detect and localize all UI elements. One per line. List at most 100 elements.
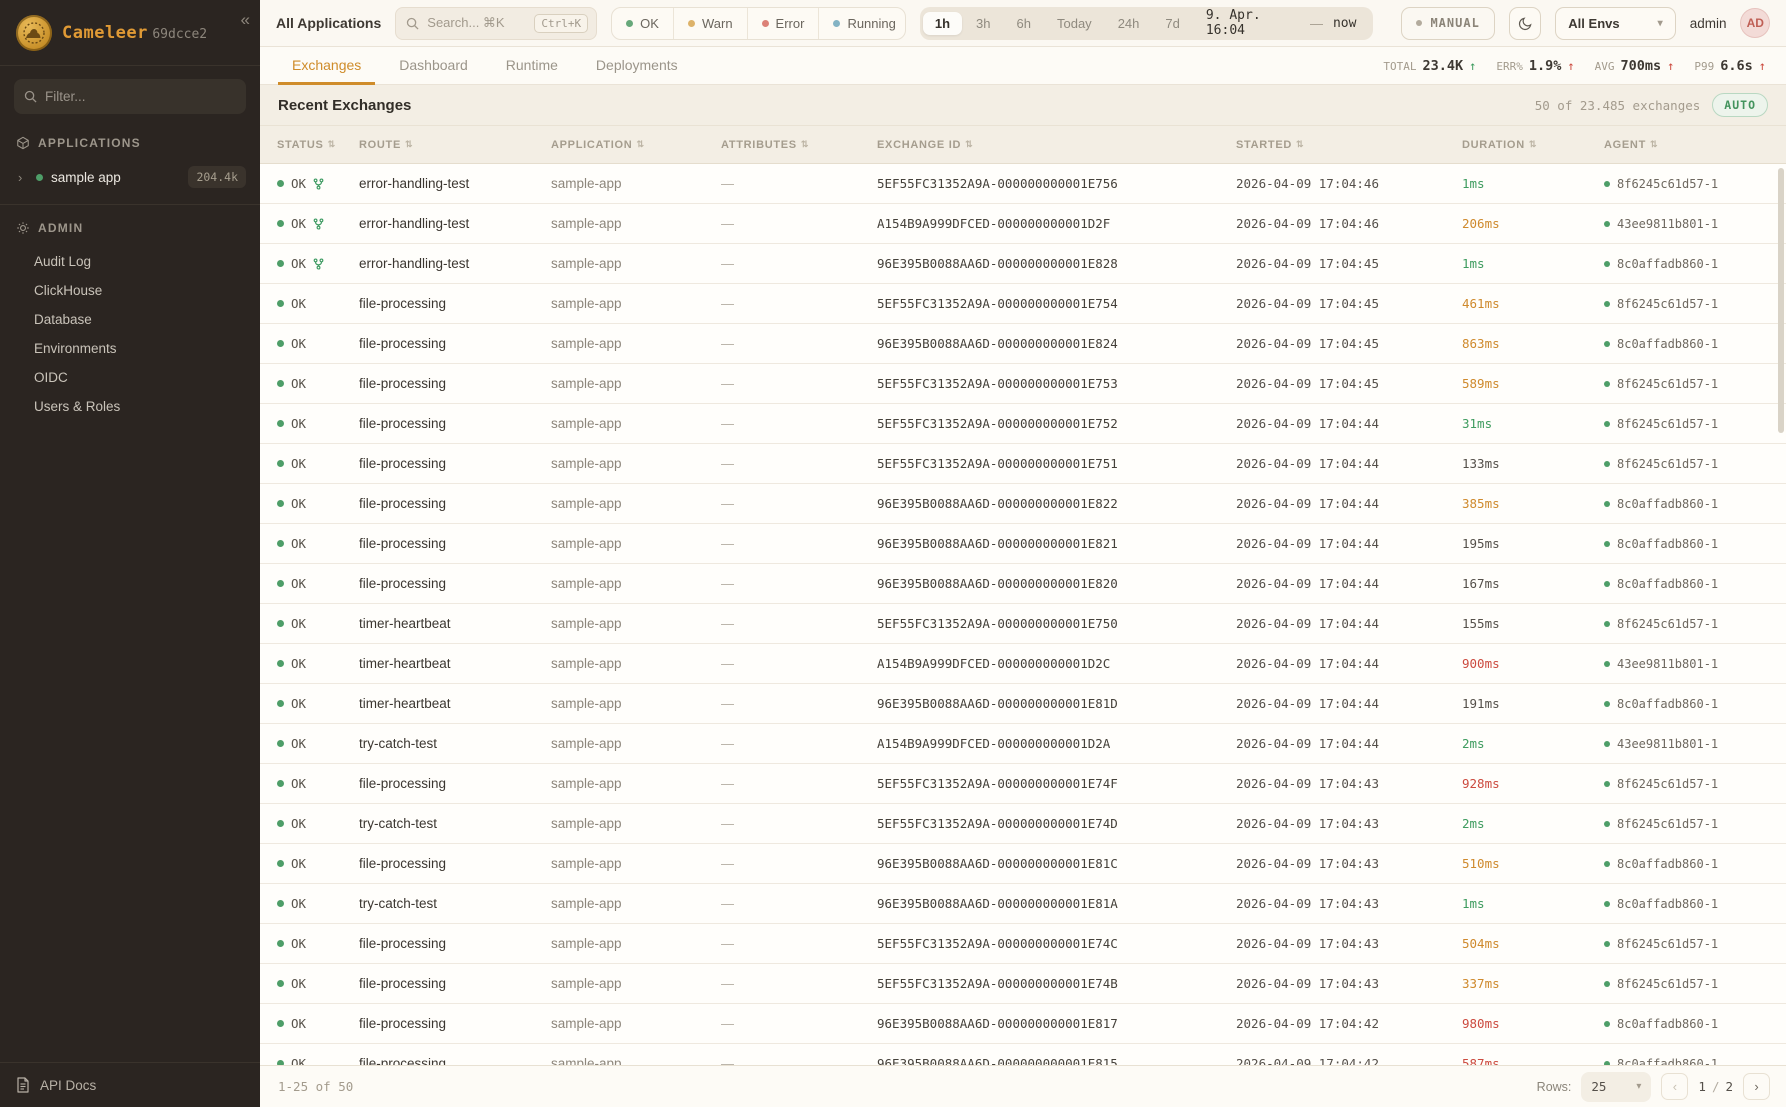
table-row[interactable]: OK try-catch-test sample-app — A154B9A99… — [260, 724, 1786, 764]
time-range-display[interactable]: 9. Apr. 16:04 — now — [1194, 8, 1371, 38]
agent-status-dot — [1604, 981, 1610, 987]
tab-runtime[interactable]: Runtime — [492, 47, 572, 85]
table-row[interactable]: OK timer-heartbeat sample-app — 5EF55FC3… — [260, 604, 1786, 644]
tab-dashboard[interactable]: Dashboard — [385, 47, 482, 85]
range-3h[interactable]: 3h — [964, 12, 1002, 35]
row-status-dot — [277, 340, 284, 347]
table-row[interactable]: OK error-handling-test sample-app — 5EF5… — [260, 164, 1786, 204]
sidebar-item-sample-app[interactable]: › sample app 204.4k — [0, 158, 260, 196]
sidebar-item-database[interactable]: Database — [0, 305, 260, 334]
range-6h[interactable]: 6h — [1005, 12, 1043, 35]
next-page-button[interactable]: › — [1743, 1073, 1770, 1100]
row-agent: 8f6245c61d57-1 — [1617, 937, 1718, 951]
sort-icon: ⇅ — [1650, 139, 1658, 150]
row-attributes: — — [721, 496, 877, 511]
filter-running[interactable]: Running — [819, 8, 905, 39]
auto-refresh-badge[interactable]: AUTO — [1712, 93, 1768, 117]
row-duration: 2ms — [1462, 816, 1604, 831]
filter-ok[interactable]: OK — [612, 8, 674, 39]
table-row[interactable]: OK file-processing sample-app — 96E395B0… — [260, 844, 1786, 884]
sidebar-filter-input[interactable] — [45, 89, 236, 104]
table-row[interactable]: OK file-processing sample-app — 5EF55FC3… — [260, 444, 1786, 484]
table-row[interactable]: OK file-processing sample-app — 96E395B0… — [260, 1044, 1786, 1065]
sidebar-item-environments[interactable]: Environments — [0, 334, 260, 363]
row-status-label: OK — [291, 496, 306, 511]
column-header-status[interactable]: STATUS⇅ — [277, 139, 359, 151]
prev-page-button[interactable]: ‹ — [1661, 1073, 1688, 1100]
table-row[interactable]: OK file-processing sample-app — 5EF55FC3… — [260, 764, 1786, 804]
row-attributes: — — [721, 256, 877, 271]
row-exchange-id: 96E395B0088AA6D-000000000001E815 — [877, 1056, 1236, 1065]
filter-error[interactable]: Error — [748, 8, 820, 39]
sort-icon: ⇅ — [1529, 139, 1537, 150]
range-1h[interactable]: 1h — [923, 12, 962, 35]
rows-per-page-select[interactable]: 25 ▾ — [1581, 1072, 1651, 1102]
search-shortcut-badge: Ctrl+K — [534, 14, 588, 33]
row-route: file-processing — [359, 296, 551, 311]
sidebar-collapse-icon[interactable]: « — [241, 10, 250, 30]
scrollbar-thumb[interactable] — [1778, 168, 1784, 433]
table-row[interactable]: OK timer-heartbeat sample-app — 96E395B0… — [260, 684, 1786, 724]
row-status-label: OK — [291, 776, 306, 791]
chevron-right-icon[interactable]: › — [18, 170, 28, 185]
table-row[interactable]: OK file-processing sample-app — 96E395B0… — [260, 1004, 1786, 1044]
agent-status-dot — [1604, 1021, 1610, 1027]
column-header-duration[interactable]: DURATION⇅ — [1462, 139, 1604, 151]
warn-status-dot — [688, 20, 695, 27]
column-header-started[interactable]: STARTED⇅ — [1236, 139, 1462, 151]
tab-exchanges[interactable]: Exchanges — [278, 47, 375, 85]
table-row[interactable]: OK error-handling-test sample-app — 96E3… — [260, 244, 1786, 284]
column-header-agent[interactable]: AGENT⇅ — [1604, 139, 1786, 151]
environment-select[interactable]: All Envs ▾ — [1555, 7, 1675, 40]
range-today[interactable]: Today — [1045, 12, 1104, 35]
row-status-dot — [277, 1020, 284, 1027]
table-row[interactable]: OK file-processing sample-app — 96E395B0… — [260, 524, 1786, 564]
range-7d[interactable]: 7d — [1153, 12, 1191, 35]
row-duration: 1ms — [1462, 896, 1604, 911]
row-started: 2026-04-09 17:04:42 — [1236, 1016, 1462, 1031]
sidebar-item-users-roles[interactable]: Users & Roles — [0, 392, 260, 421]
sort-icon: ⇅ — [328, 139, 336, 150]
column-header-attributes[interactable]: ATTRIBUTES⇅ — [721, 139, 877, 151]
table-row[interactable]: OK file-processing sample-app — 5EF55FC3… — [260, 364, 1786, 404]
manual-refresh-button[interactable]: MANUAL — [1401, 7, 1494, 40]
global-search-input[interactable]: Search... ⌘K Ctrl+K — [395, 7, 597, 40]
sidebar-item-oidc[interactable]: OIDC — [0, 363, 260, 392]
column-header-application[interactable]: APPLICATION⇅ — [551, 139, 721, 151]
row-duration: 1ms — [1462, 256, 1604, 271]
sidebar-item-audit-log[interactable]: Audit Log — [0, 247, 260, 276]
column-header-route[interactable]: ROUTE⇅ — [359, 139, 551, 151]
row-agent: 8c0affadb860-1 — [1617, 337, 1718, 351]
table-row[interactable]: OK file-processing sample-app — 96E395B0… — [260, 484, 1786, 524]
api-docs-link[interactable]: API Docs — [0, 1062, 260, 1107]
manual-dot-icon — [1416, 20, 1422, 26]
range-24h[interactable]: 24h — [1106, 12, 1152, 35]
table-row[interactable]: OK timer-heartbeat sample-app — A154B9A9… — [260, 644, 1786, 684]
tab-deployments[interactable]: Deployments — [582, 47, 692, 85]
table-row[interactable]: OK file-processing sample-app — 5EF55FC3… — [260, 964, 1786, 1004]
table-row[interactable]: OK file-processing sample-app — 5EF55FC3… — [260, 284, 1786, 324]
row-status-dot — [277, 380, 284, 387]
table-row[interactable]: OK file-processing sample-app — 5EF55FC3… — [260, 924, 1786, 964]
filter-warn[interactable]: Warn — [674, 8, 748, 39]
row-started: 2026-04-09 17:04:45 — [1236, 256, 1462, 271]
table-row[interactable]: OK file-processing sample-app — 96E395B0… — [260, 324, 1786, 364]
row-started: 2026-04-09 17:04:43 — [1236, 856, 1462, 871]
row-application: sample-app — [551, 296, 721, 311]
dark-mode-toggle[interactable] — [1509, 7, 1541, 40]
row-started: 2026-04-09 17:04:43 — [1236, 976, 1462, 991]
sidebar-filter[interactable] — [14, 79, 246, 114]
table-row[interactable]: OK file-processing sample-app — 5EF55FC3… — [260, 404, 1786, 444]
row-route: file-processing — [359, 416, 551, 431]
column-header-exchange-id[interactable]: EXCHANGE ID⇅ — [877, 139, 1236, 151]
row-status-dot — [277, 260, 284, 267]
table-row[interactable]: OK try-catch-test sample-app — 96E395B00… — [260, 884, 1786, 924]
table-row[interactable]: OK error-handling-test sample-app — A154… — [260, 204, 1786, 244]
row-attributes: — — [721, 856, 877, 871]
row-status-dot — [277, 540, 284, 547]
avatar[interactable]: AD — [1740, 8, 1770, 38]
row-attributes: — — [721, 536, 877, 551]
sidebar-item-clickhouse[interactable]: ClickHouse — [0, 276, 260, 305]
table-row[interactable]: OK try-catch-test sample-app — 5EF55FC31… — [260, 804, 1786, 844]
table-row[interactable]: OK file-processing sample-app — 96E395B0… — [260, 564, 1786, 604]
